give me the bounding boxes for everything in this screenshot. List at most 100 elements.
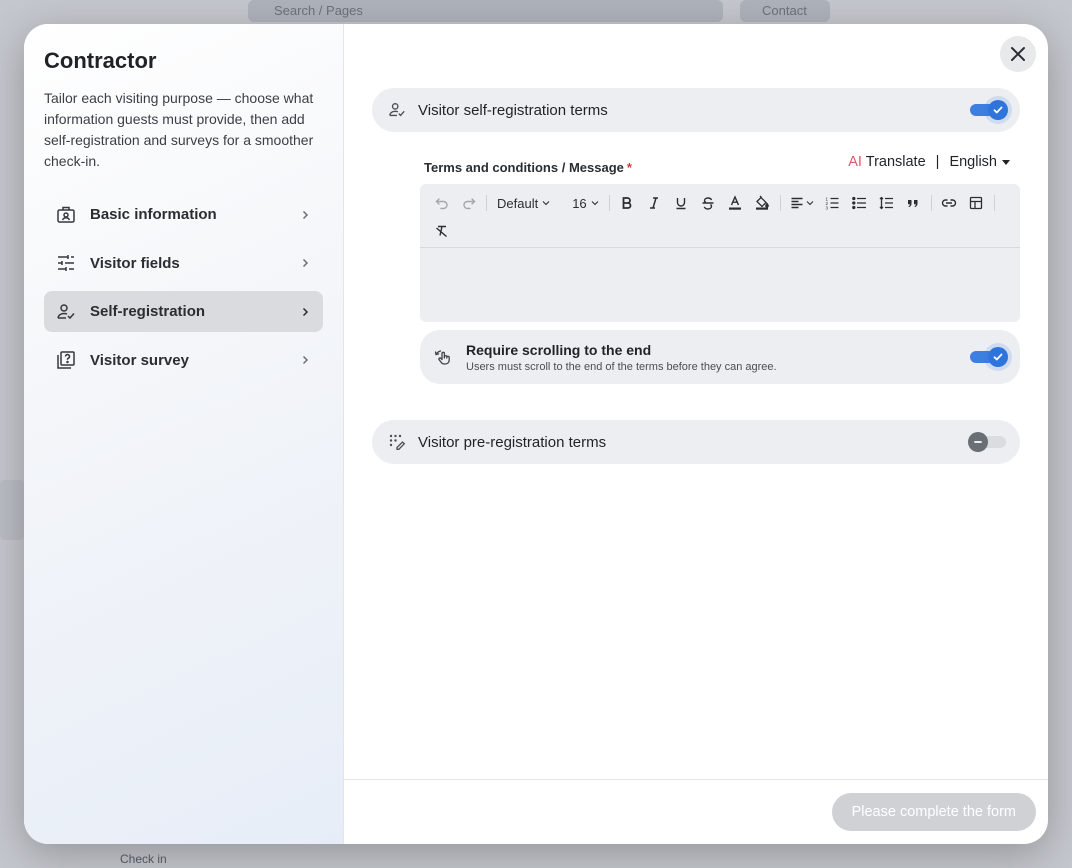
swipe-hand-icon <box>434 347 454 367</box>
underline-icon <box>676 198 686 210</box>
background-block <box>0 480 24 540</box>
toolbar-divider <box>779 195 781 211</box>
nav-item-visitor-fields[interactable]: Visitor fields <box>44 243 323 284</box>
modal-footer: Please complete the form <box>344 779 1048 844</box>
bullet-list-button[interactable] <box>846 190 873 216</box>
chevron-right-icon <box>302 210 309 219</box>
text-color-button[interactable] <box>722 190 749 216</box>
terms-editor: Default 16 1 2 3 <box>420 184 1020 322</box>
text-color-icon <box>729 195 742 210</box>
toggle-thumb <box>988 347 1008 367</box>
modal-content: Visitor self-registration terms Terms an… <box>344 24 1048 844</box>
nav-item-basic-information[interactable]: Basic information <box>44 194 323 235</box>
editor-body[interactable] <box>420 248 1020 322</box>
sidebar-nav: Basic information Visitor fields Self-re… <box>44 194 323 381</box>
self-registration-terms-toggle[interactable] <box>970 100 1008 120</box>
check-icon <box>993 353 1003 361</box>
clear-format-icon <box>435 225 447 238</box>
ordered-list-icon: 123 <box>825 197 839 211</box>
redo-icon <box>462 198 475 210</box>
clear-format-button[interactable] <box>428 218 455 244</box>
terms-field-label-text: Terms and conditions / Message <box>424 160 624 175</box>
submit-button[interactable]: Please complete the form <box>831 793 1036 831</box>
chevron-down-icon <box>591 201 599 206</box>
bold-button[interactable] <box>614 190 641 216</box>
toggle-thumb <box>988 100 1008 120</box>
language-value: English <box>949 154 997 170</box>
modal-sidebar: Contractor Tailor each visiting purpose … <box>24 24 344 844</box>
required-mark: * <box>626 160 632 175</box>
nav-item-visitor-survey[interactable]: Visitor survey <box>44 340 323 381</box>
background-top-button: Contact <box>740 0 830 22</box>
self-registration-terms-label: Visitor self-registration terms <box>418 101 608 119</box>
ordered-list-button[interactable]: 123 <box>819 190 846 216</box>
italic-button[interactable] <box>641 190 668 216</box>
background-search-bar: Search / Pages <box>248 0 723 22</box>
grid-edit-icon <box>388 433 406 451</box>
table-button[interactable] <box>963 190 990 216</box>
id-badge-icon <box>56 205 76 225</box>
require-scrolling-toggle[interactable] <box>970 347 1008 367</box>
italic-icon <box>650 197 659 209</box>
nav-item-label: Self-registration <box>90 303 206 320</box>
configure-purpose-modal: Contractor Tailor each visiting purpose … <box>24 24 1048 844</box>
sliders-icon <box>56 253 76 273</box>
font-family-select[interactable]: Default <box>491 196 556 211</box>
redo-button[interactable] <box>455 190 482 216</box>
undo-icon <box>435 198 448 210</box>
separator: | <box>935 154 940 170</box>
editor-toolbar: Default 16 1 2 3 <box>420 184 1020 248</box>
undo-button[interactable] <box>428 190 455 216</box>
translate-label: Translate <box>865 154 926 170</box>
background-top-button-text: Contact <box>762 3 807 18</box>
close-button[interactable] <box>1000 36 1036 72</box>
toolbar-row-2 <box>428 216 1012 244</box>
bold-icon <box>622 197 632 209</box>
toolbar-divider <box>608 195 610 211</box>
ai-translate-button[interactable]: AI Translate <box>848 154 925 170</box>
underline-button[interactable] <box>668 190 695 216</box>
align-select[interactable] <box>785 190 819 216</box>
bullet-list-icon <box>851 196 866 210</box>
person-check-icon <box>388 101 406 119</box>
modal-title: Contractor <box>44 48 157 73</box>
pre-registration-terms-label: Visitor pre-registration terms <box>418 433 607 451</box>
toolbar-divider <box>930 195 932 211</box>
font-size-value: 16 <box>572 195 587 211</box>
require-scrolling-texts: Require scrolling to the end Users must … <box>466 342 970 373</box>
minus-icon <box>974 441 982 443</box>
align-left-icon <box>791 197 803 209</box>
strikethrough-button[interactable] <box>695 190 722 216</box>
close-icon <box>1011 47 1025 61</box>
self-registration-terms-section: Visitor self-registration terms <box>372 88 1020 132</box>
background-search-text: Search / Pages <box>274 3 363 18</box>
toolbar-divider <box>486 195 487 211</box>
require-scrolling-subtitle: Users must scroll to the end of the term… <box>466 360 777 373</box>
pre-registration-terms-toggle[interactable] <box>968 432 1006 452</box>
person-check-icon <box>56 302 76 322</box>
svg-text:3: 3 <box>825 206 828 211</box>
require-scrolling-title: Require scrolling to the end <box>466 341 652 358</box>
language-select[interactable]: English <box>949 154 1010 170</box>
chevron-right-icon <box>302 307 309 316</box>
toggle-thumb <box>968 432 988 452</box>
translate-controls: AI Translate | English <box>848 154 1010 170</box>
nav-item-label: Visitor survey <box>90 351 189 369</box>
pre-registration-terms-section: Visitor pre-registration terms <box>372 420 1020 464</box>
font-size-select[interactable]: 16 <box>566 196 604 211</box>
table-icon <box>970 196 983 210</box>
quote-icon <box>908 200 918 207</box>
terms-field-label: Terms and conditions / Message * <box>424 160 632 175</box>
line-height-button[interactable] <box>873 190 900 216</box>
modal-description: Tailor each visiting purpose — choose wh… <box>44 90 314 169</box>
chevron-down-icon <box>542 201 550 206</box>
highlight-color-button[interactable] <box>749 190 776 216</box>
link-button[interactable] <box>936 190 963 216</box>
chevron-right-icon <box>302 258 309 268</box>
nav-item-self-registration[interactable]: Self-registration <box>44 291 323 332</box>
blockquote-button[interactable] <box>900 190 927 216</box>
nav-item-label: Basic information <box>90 206 217 223</box>
paint-bucket-icon <box>756 195 770 210</box>
toolbar-divider <box>993 195 995 211</box>
check-icon <box>993 106 1003 114</box>
